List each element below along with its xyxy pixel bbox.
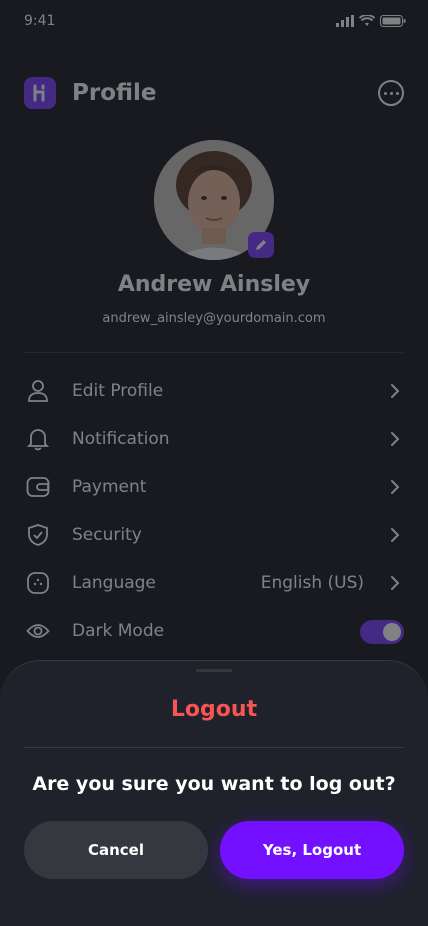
toggle-knob (383, 623, 401, 641)
status-time: 9:41 (24, 13, 56, 29)
chevron-right-icon (391, 432, 400, 446)
wallet-icon (24, 473, 52, 501)
shield-icon (24, 521, 52, 549)
more-options-icon[interactable] (378, 80, 404, 106)
pencil-icon (256, 240, 266, 250)
dark-mode-toggle[interactable] (360, 620, 404, 644)
logout-bottom-sheet: Logout Are you sure you want to log out?… (0, 660, 428, 926)
menu-item-dark-mode: Dark Mode (24, 607, 404, 655)
sheet-message: Are you sure you want to log out? (32, 773, 396, 795)
avatar-container (154, 140, 274, 260)
chevron-right-icon (391, 384, 400, 398)
cancel-button[interactable]: Cancel (24, 821, 208, 879)
menu-label: Language (72, 573, 156, 593)
chevron-right-icon (391, 576, 400, 590)
menu-item-security[interactable]: Security (24, 511, 404, 559)
screen: 9:41 Profile Andrew Ainsley andrew_ainsl… (0, 0, 428, 926)
menu-item-payment[interactable]: Payment (24, 463, 404, 511)
settings-menu: Edit Profile Notification Payment Securi… (24, 367, 404, 655)
divider (24, 352, 404, 353)
sheet-divider (24, 747, 404, 748)
battery-icon (380, 15, 406, 27)
chevron-right-icon (391, 480, 400, 494)
status-bar: 9:41 (0, 0, 428, 44)
menu-label: Dark Mode (72, 621, 165, 641)
bell-icon (24, 425, 52, 453)
confirm-logout-button[interactable]: Yes, Logout (220, 821, 404, 879)
edit-avatar-button[interactable] (248, 232, 274, 258)
sheet-title: Logout (170, 697, 258, 722)
status-icons (336, 15, 406, 27)
eye-icon (24, 617, 52, 645)
menu-label: Notification (72, 429, 170, 449)
menu-label: Edit Profile (72, 381, 164, 401)
menu-item-edit-profile[interactable]: Edit Profile (24, 367, 404, 415)
menu-label: Security (72, 525, 142, 545)
user-name: Andrew Ainsley (117, 272, 311, 297)
menu-label: Payment (72, 477, 147, 497)
language-value: English (US) (260, 573, 364, 593)
app-logo-icon (24, 77, 56, 109)
signal-icon (336, 15, 354, 27)
menu-item-notification[interactable]: Notification (24, 415, 404, 463)
menu-item-language[interactable]: Language English (US) (24, 559, 404, 607)
chevron-right-icon (391, 528, 400, 542)
user-email: andrew_ainsley@yourdomain.com (102, 311, 326, 326)
page-title: Profile (72, 80, 157, 106)
wifi-icon (359, 15, 375, 26)
header: Profile (24, 76, 404, 110)
chat-icon (24, 569, 52, 597)
sheet-handle[interactable] (196, 669, 232, 672)
user-icon (24, 377, 52, 405)
